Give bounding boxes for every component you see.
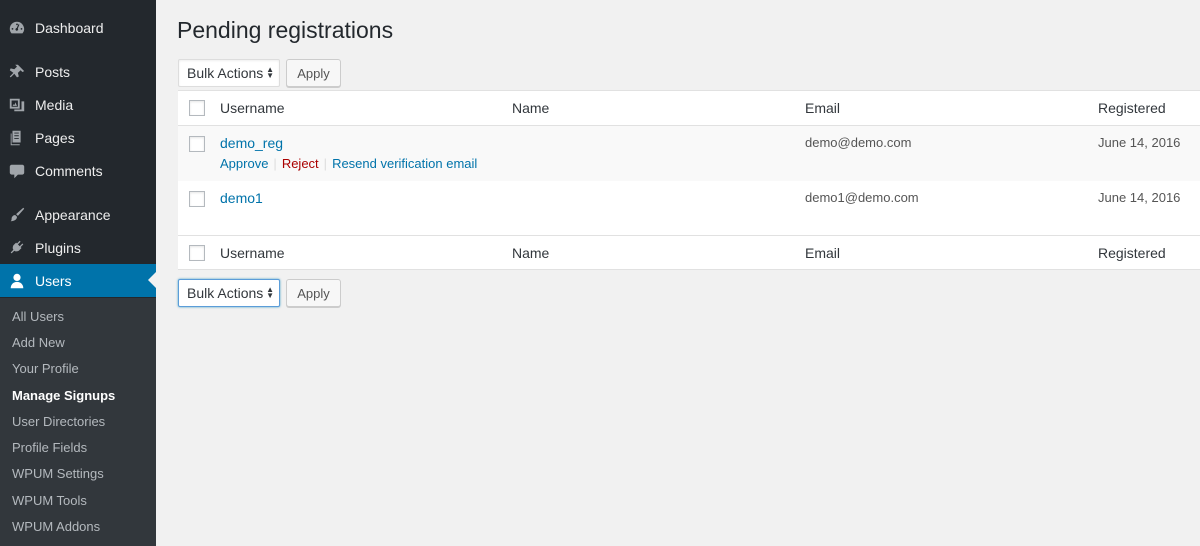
bulk-actions-select-top[interactable]: Bulk Actions ▲ ▼	[178, 59, 280, 87]
media-icon	[0, 96, 34, 114]
select-all-checkbox[interactable]	[189, 245, 205, 261]
row-checkbox[interactable]	[189, 191, 205, 207]
menu-item-plugins[interactable]: Plugins	[0, 231, 156, 264]
pages-icon	[0, 129, 34, 147]
table-header-row: Username Name Email Registered	[178, 91, 1200, 126]
menu-label: Pages	[35, 129, 75, 146]
plugin-icon	[0, 239, 34, 257]
menu-label: Posts	[35, 63, 71, 80]
submenu-item-manage-signups[interactable]: Manage Signups	[12, 388, 115, 403]
menu-item-appearance[interactable]: Appearance	[0, 198, 156, 231]
submenu-item-add-new[interactable]: Add New	[12, 335, 65, 350]
column-footer-name[interactable]: Name	[512, 245, 549, 261]
column-footer-email[interactable]: Email	[805, 245, 840, 261]
column-footer-username[interactable]: Username	[220, 245, 285, 261]
menu-item-pages[interactable]: Pages	[0, 121, 156, 154]
table-row: demo1 demo1@demo.com June 14, 2016	[178, 181, 1200, 235]
email-cell: demo1@demo.com	[805, 190, 919, 205]
username-link[interactable]: demo_reg	[220, 135, 283, 151]
menu-item-users[interactable]: Users	[0, 264, 156, 297]
column-header-email[interactable]: Email	[805, 100, 840, 116]
username-link[interactable]: demo1	[220, 190, 263, 206]
column-footer-registered[interactable]: Registered	[1098, 245, 1166, 261]
column-header-name[interactable]: Name	[512, 100, 549, 116]
column-header-username[interactable]: Username	[220, 100, 285, 116]
row-checkbox[interactable]	[189, 136, 205, 152]
table-row: demo_reg demo@demo.com June 14, 2016 App…	[178, 126, 1200, 181]
action-separator: |	[323, 156, 328, 171]
brush-icon	[0, 206, 34, 224]
menu-item-dashboard[interactable]: Dashboard	[0, 11, 156, 44]
select-arrows-icon: ▲ ▼	[266, 285, 274, 300]
submenu-item-user-directories[interactable]: User Directories	[12, 414, 105, 429]
registrations-table: Username Name Email Registered demo_reg …	[178, 90, 1200, 270]
action-separator: |	[273, 156, 277, 171]
bulk-actions-select-bottom[interactable]: Bulk Actions ▲ ▼	[178, 279, 280, 307]
apply-button-bottom[interactable]: Apply	[286, 279, 341, 307]
registered-cell: June 14, 2016	[1098, 135, 1181, 150]
menu-item-media[interactable]: Media	[0, 88, 156, 121]
submenu-item-all-users[interactable]: All Users	[12, 309, 64, 324]
menu-item-posts[interactable]: Posts	[0, 55, 156, 88]
column-header-registered[interactable]: Registered	[1098, 100, 1166, 116]
submenu-item-wpum-addons[interactable]: WPUM Addons	[12, 519, 100, 534]
page-title: Pending registrations	[177, 17, 394, 43]
apply-button-top[interactable]: Apply	[286, 59, 341, 87]
menu-label: Plugins	[35, 239, 81, 256]
pin-icon	[0, 63, 34, 81]
bulk-actions-value: Bulk Actions	[187, 65, 264, 81]
submenu-item-profile-fields[interactable]: Profile Fields	[12, 440, 87, 455]
resend-verification-link[interactable]: Resend verification email	[332, 156, 477, 171]
submenu-item-wpum-tools[interactable]: WPUM Tools	[12, 493, 87, 508]
user-icon	[0, 272, 34, 290]
admin-sidebar: Dashboard Posts Media Pages Comments App…	[0, 0, 156, 546]
users-submenu: All Users Add New Your Profile Manage Si…	[0, 298, 156, 546]
email-cell: demo@demo.com	[805, 135, 912, 150]
table-footer-row: Username Name Email Registered	[178, 235, 1200, 270]
select-all-checkbox[interactable]	[189, 100, 205, 116]
registered-cell: June 14, 2016	[1098, 190, 1181, 205]
bulk-actions-value: Bulk Actions	[187, 285, 264, 301]
submenu-item-wpum-settings[interactable]: WPUM Settings	[12, 466, 104, 481]
row-actions: Approve | Reject | Resend verification email	[220, 156, 477, 171]
dashboard-icon	[0, 19, 34, 37]
menu-item-comments[interactable]: Comments	[0, 154, 156, 187]
select-arrows-icon: ▲ ▼	[266, 65, 274, 80]
comment-icon	[0, 162, 34, 180]
reject-link[interactable]: Reject	[282, 156, 319, 171]
approve-link[interactable]: Approve	[220, 156, 268, 171]
menu-label: Dashboard	[35, 19, 104, 36]
menu-label: Users	[35, 272, 72, 289]
menu-label: Comments	[35, 162, 103, 179]
menu-label: Appearance	[35, 206, 111, 223]
menu-label: Media	[35, 96, 74, 113]
submenu-item-your-profile[interactable]: Your Profile	[12, 361, 79, 376]
